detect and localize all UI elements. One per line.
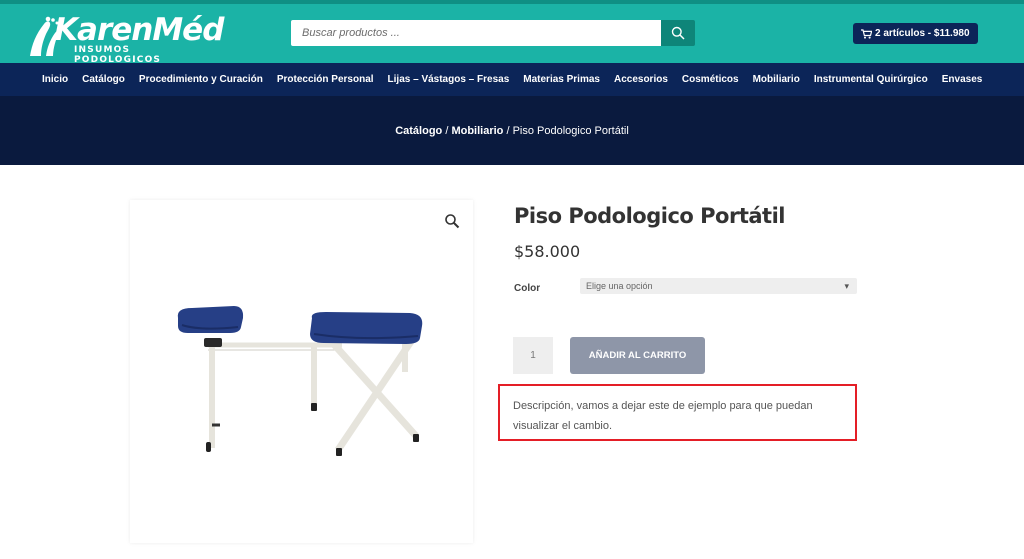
- nav-item-envases[interactable]: Envases: [942, 74, 983, 85]
- chevron-down-icon: ▾: [844, 281, 849, 291]
- color-select-value: Elige una opción: [586, 281, 653, 291]
- cart-button[interactable]: 2 artículos - $11.980: [853, 23, 978, 44]
- breadcrumb: Catálogo / Mobiliario / Piso Podologico …: [395, 125, 629, 137]
- nav-item-lijas[interactable]: Lijas – Vástagos – Fresas: [388, 74, 510, 85]
- search-icon: [671, 26, 685, 40]
- main-nav: Inicio Catálogo Procedimiento y Curación…: [0, 63, 1024, 96]
- nav-item-instrumental[interactable]: Instrumental Quirúrgico: [814, 74, 928, 85]
- search-bar: [291, 20, 695, 46]
- product-description: Descripción, vamos a dejar este de ejemp…: [498, 384, 857, 441]
- nav-item-inicio[interactable]: Inicio: [42, 74, 68, 85]
- add-to-cart-button[interactable]: AÑADIR AL CARRITO: [570, 337, 705, 374]
- breadcrumb-mobiliario[interactable]: Mobiliario: [451, 125, 503, 137]
- page-hero: Catálogo / Mobiliario / Piso Podologico …: [0, 96, 1024, 165]
- search-button[interactable]: [661, 20, 695, 46]
- nav-item-mobiliario[interactable]: Mobiliario: [753, 74, 800, 85]
- nav-item-materias[interactable]: Materias Primas: [523, 74, 600, 85]
- color-select[interactable]: Elige una opción ▾: [580, 278, 857, 294]
- logo-brand-text: KarenMéd: [54, 12, 224, 48]
- nav-item-cosmeticos[interactable]: Cosméticos: [682, 74, 739, 85]
- quantity-input[interactable]: 1: [513, 337, 553, 374]
- logo-tagline: INSUMOS PODOLOGICOS: [74, 45, 162, 65]
- zoom-icon[interactable]: [444, 213, 460, 229]
- nav-item-procedimiento[interactable]: Procedimiento y Curación: [139, 74, 263, 85]
- product-summary: Piso Podologico Portátil $58.000: [514, 204, 785, 261]
- nav-item-catalogo[interactable]: Catálogo: [82, 74, 125, 85]
- color-label: Color: [514, 283, 541, 294]
- site-header: KarenMéd INSUMOS PODOLOGICOS 2 artículos…: [0, 4, 1024, 65]
- cart-summary: 2 artículos - $11.980: [875, 28, 970, 39]
- breadcrumb-current: Piso Podologico Portátil: [512, 124, 629, 137]
- product-title: Piso Podologico Portátil: [514, 204, 785, 228]
- search-input[interactable]: [291, 20, 661, 46]
- product-image[interactable]: [130, 200, 473, 543]
- nav-item-proteccion[interactable]: Protección Personal: [277, 74, 374, 85]
- podiatry-stool-illustration: [177, 306, 423, 456]
- cart-icon: [861, 28, 872, 39]
- site-logo[interactable]: KarenMéd INSUMOS PODOLOGICOS: [26, 12, 224, 65]
- nav-item-accesorios[interactable]: Accesorios: [614, 74, 668, 85]
- product-price: $58.000: [514, 242, 581, 261]
- breadcrumb-catalogo[interactable]: Catálogo: [395, 125, 442, 137]
